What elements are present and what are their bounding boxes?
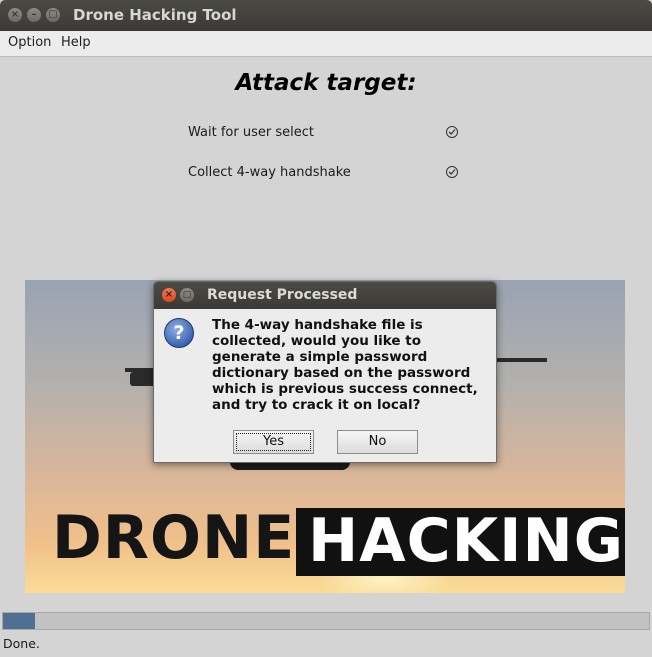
- window-title: Drone Hacking Tool: [73, 6, 237, 24]
- check-icon: [446, 126, 458, 138]
- progress-bar: [2, 612, 650, 630]
- question-icon: ?: [164, 318, 194, 348]
- request-processed-dialog: × □ Request Processed ? The 4-way handsh…: [153, 281, 497, 463]
- window-titlebar: × – □ Drone Hacking Tool: [0, 0, 652, 31]
- dialog-title: Request Processed: [207, 287, 358, 303]
- minimize-icon[interactable]: –: [27, 8, 41, 22]
- close-icon[interactable]: ×: [8, 8, 22, 22]
- step-label-handshake: Collect 4-way handshake: [188, 165, 351, 180]
- check-icon: [446, 166, 458, 178]
- banner-word-hacking: HACKING: [296, 508, 625, 576]
- dialog-titlebar: × □ Request Processed: [154, 282, 496, 309]
- maximize-icon[interactable]: □: [180, 288, 194, 302]
- step-label-wait: Wait for user select: [188, 125, 314, 140]
- maximize-icon[interactable]: □: [46, 8, 60, 22]
- banner-word-drone: DRONE: [52, 503, 296, 573]
- menu-help[interactable]: Help: [61, 35, 91, 50]
- menu-option[interactable]: Option: [8, 35, 51, 50]
- dialog-message: The 4-way handshake file is collected, w…: [212, 317, 478, 413]
- yes-button[interactable]: Yes: [233, 430, 314, 454]
- progress-fill: [3, 613, 36, 629]
- no-button[interactable]: No: [337, 430, 418, 454]
- close-icon[interactable]: ×: [162, 288, 176, 302]
- status-text: Done.: [3, 636, 40, 651]
- menubar: Option Help: [0, 31, 652, 57]
- page-title: Attack target:: [235, 70, 417, 96]
